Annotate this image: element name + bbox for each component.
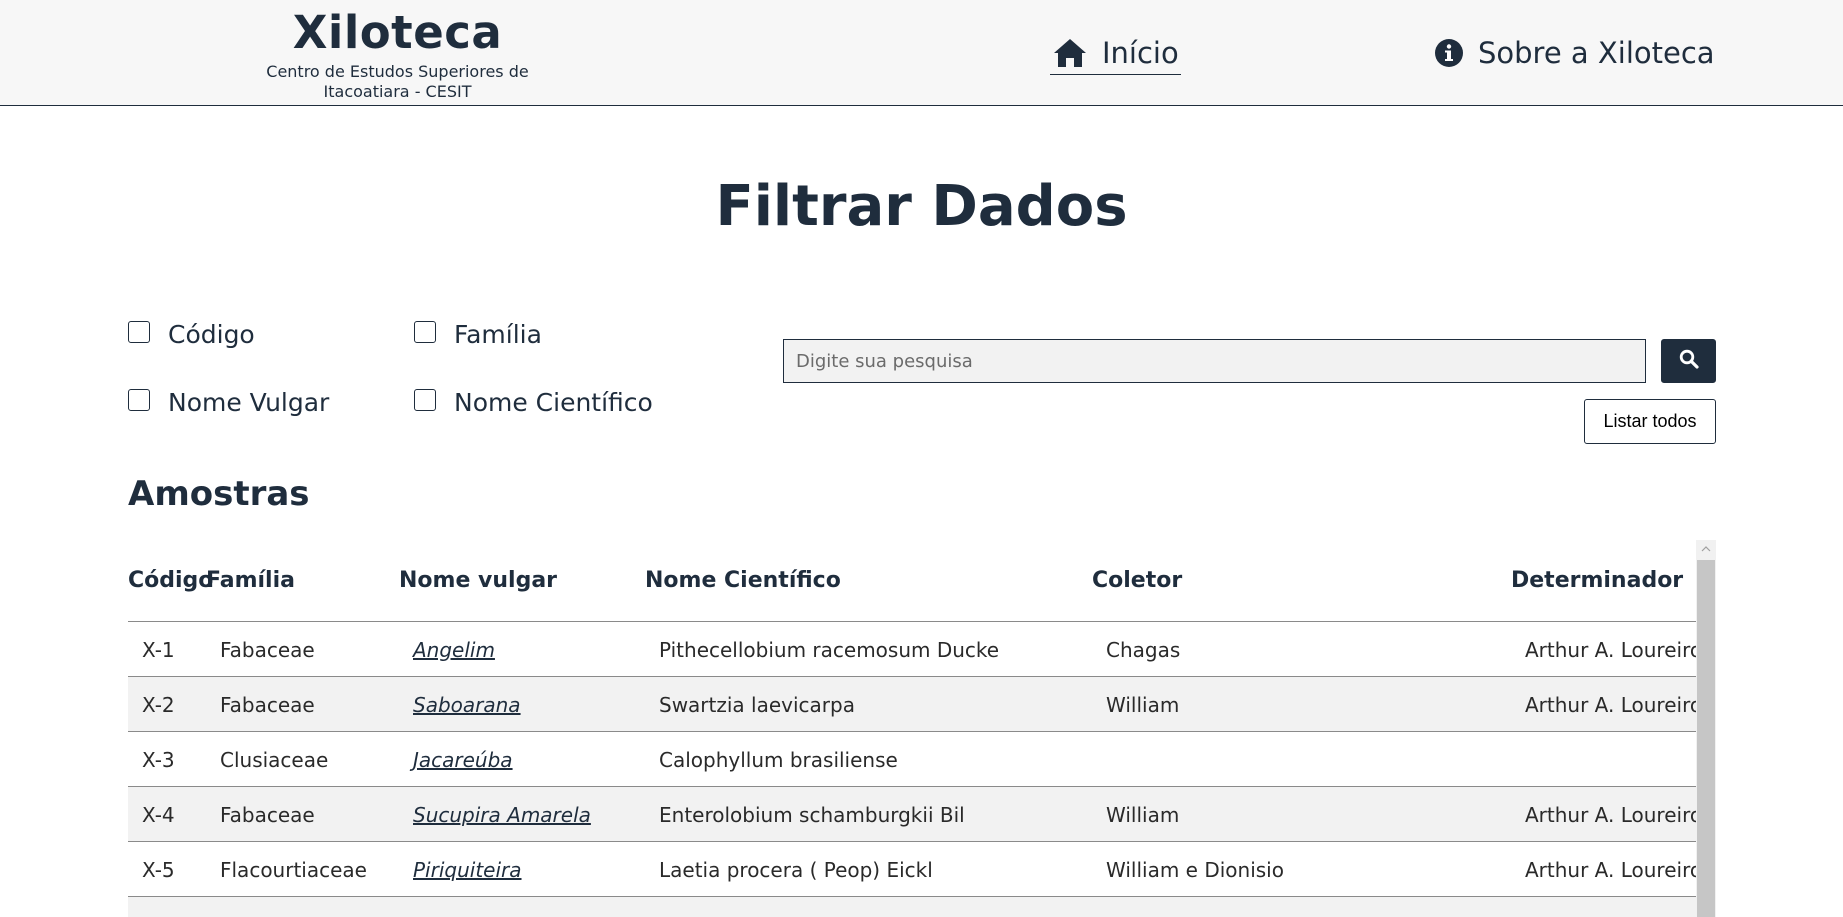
filter-nome-cientifico-checkbox[interactable]: Nome Científico: [414, 388, 653, 417]
samples-table: Código Família Nome vulgar Nome Científi…: [128, 540, 1716, 917]
brand-subtitle-line1: Centro de Estudos Superiores de: [266, 62, 529, 81]
nome-vulgar-link[interactable]: Jacareúba: [413, 748, 513, 772]
checkbox-box[interactable]: [414, 320, 436, 343]
filter-familia-checkbox[interactable]: Família: [414, 320, 542, 349]
brand[interactable]: Xiloteca Centro de Estudos Superiores de…: [250, 6, 545, 102]
brand-title[interactable]: Xiloteca: [250, 6, 545, 60]
column-header-nome-cientifico: Nome Científico: [645, 568, 841, 593]
checkbox-box[interactable]: [128, 320, 150, 343]
cell-determinador: Arthur A. Loureiro: [1525, 638, 1703, 662]
cell-nome-cientifico: Pithecellobium racemosum Ducke: [659, 638, 1000, 662]
cell-codigo: X-1: [142, 638, 175, 662]
cell-familia: Fabaceae: [220, 803, 315, 827]
table-header: Código Família Nome vulgar Nome Científi…: [128, 540, 1696, 622]
filter-familia-label: Família: [454, 320, 542, 349]
nome-vulgar-link[interactable]: Sucupira Amarela: [413, 803, 591, 827]
nome-vulgar-link[interactable]: Piriquiteira: [413, 858, 522, 882]
table-row-partial: [128, 897, 1696, 917]
search-input[interactable]: [783, 339, 1646, 383]
filter-nome-cientifico-label: Nome Científico: [454, 388, 653, 417]
nome-vulgar-link[interactable]: Saboarana: [413, 693, 521, 717]
cell-codigo: X-5: [142, 858, 175, 882]
cell-coletor: William: [1106, 803, 1180, 827]
brand-subtitle-line2: Itacoatiara - CESIT: [323, 82, 472, 101]
cell-familia: Fabaceae: [220, 638, 315, 662]
brand-subtitle: Centro de Estudos Superiores de Itacoati…: [250, 62, 545, 102]
nav-about-label: Sobre a Xiloteca: [1478, 36, 1715, 70]
search-button[interactable]: [1661, 339, 1716, 383]
column-header-codigo: Código: [128, 568, 214, 593]
cell-determinador: Arthur A. Loureiro: [1525, 858, 1703, 882]
scrollbar-thumb[interactable]: [1697, 560, 1715, 917]
cell-nome-vulgar: Saboarana: [413, 693, 521, 717]
scroll-up-arrow-icon[interactable]: [1696, 540, 1716, 558]
table-row: X-3 Clusiaceae Jacareúba Calophyllum bra…: [128, 732, 1696, 787]
checkbox-box[interactable]: [414, 388, 436, 411]
cell-codigo: X-4: [142, 803, 175, 827]
home-icon: [1052, 37, 1088, 69]
filter-nome-vulgar-checkbox[interactable]: Nome Vulgar: [128, 388, 329, 417]
filter-codigo-label: Código: [168, 320, 255, 349]
cell-nome-vulgar: Angelim: [413, 638, 495, 662]
cell-nome-cientifico: Swartzia laevicarpa: [659, 693, 855, 717]
nome-vulgar-link[interactable]: Angelim: [413, 638, 495, 662]
filter-nome-vulgar-label: Nome Vulgar: [168, 388, 330, 417]
table-scrollbar[interactable]: [1696, 540, 1716, 917]
cell-nome-vulgar: Sucupira Amarela: [413, 803, 591, 827]
cell-nome-cientifico: Enterolobium schamburgkii Bil: [659, 803, 965, 827]
top-header: Xiloteca Centro de Estudos Superiores de…: [0, 0, 1843, 106]
page-title: Filtrar Dados: [715, 174, 1128, 239]
cell-nome-cientifico: Calophyllum brasiliense: [659, 748, 898, 772]
cell-familia: Clusiaceae: [220, 748, 329, 772]
cell-codigo: X-2: [142, 693, 175, 717]
column-header-nome-vulgar: Nome vulgar: [399, 568, 558, 593]
nav-about-link[interactable]: Sobre a Xiloteca: [1434, 32, 1715, 74]
nav-home-label: Início: [1102, 36, 1179, 70]
column-header-familia: Família: [206, 568, 295, 593]
cell-nome-cientifico: Laetia procera ( Peop) Eickl: [659, 858, 933, 882]
filter-codigo-checkbox[interactable]: Código: [128, 320, 255, 349]
table-row: X-5 Flacourtiaceae Piriquiteira Laetia p…: [128, 842, 1702, 897]
cell-coletor: Chagas: [1106, 638, 1181, 662]
table-row: X-2 Fabaceae Saboarana Swartzia laevicar…: [128, 677, 1702, 732]
cell-familia: Fabaceae: [220, 693, 315, 717]
column-header-coletor: Coletor: [1092, 568, 1183, 593]
list-all-button[interactable]: Listar todos: [1584, 399, 1716, 444]
nav-home-link[interactable]: Início: [1050, 32, 1181, 75]
table-row: X-1 Fabaceae Angelim Pithecellobium race…: [128, 622, 1702, 677]
table-row: X-4 Fabaceae Sucupira Amarela Enterolobi…: [128, 787, 1702, 842]
cell-coletor: William: [1106, 693, 1180, 717]
column-header-determinador: Determinador: [1511, 568, 1684, 593]
section-title: Amostras: [128, 474, 310, 514]
search-icon: [1679, 349, 1699, 373]
cell-determinador: Arthur A. Loureiro: [1525, 693, 1703, 717]
cell-nome-vulgar: Piriquiteira: [413, 858, 522, 882]
checkbox-box[interactable]: [128, 388, 150, 411]
cell-determinador: Arthur A. Loureiro: [1525, 803, 1703, 827]
cell-coletor: William e Dionisio: [1106, 858, 1284, 882]
cell-codigo: X-3: [142, 748, 175, 772]
info-icon: [1434, 38, 1464, 68]
cell-nome-vulgar: Jacareúba: [413, 748, 513, 772]
cell-familia: Flacourtiaceae: [220, 858, 367, 882]
